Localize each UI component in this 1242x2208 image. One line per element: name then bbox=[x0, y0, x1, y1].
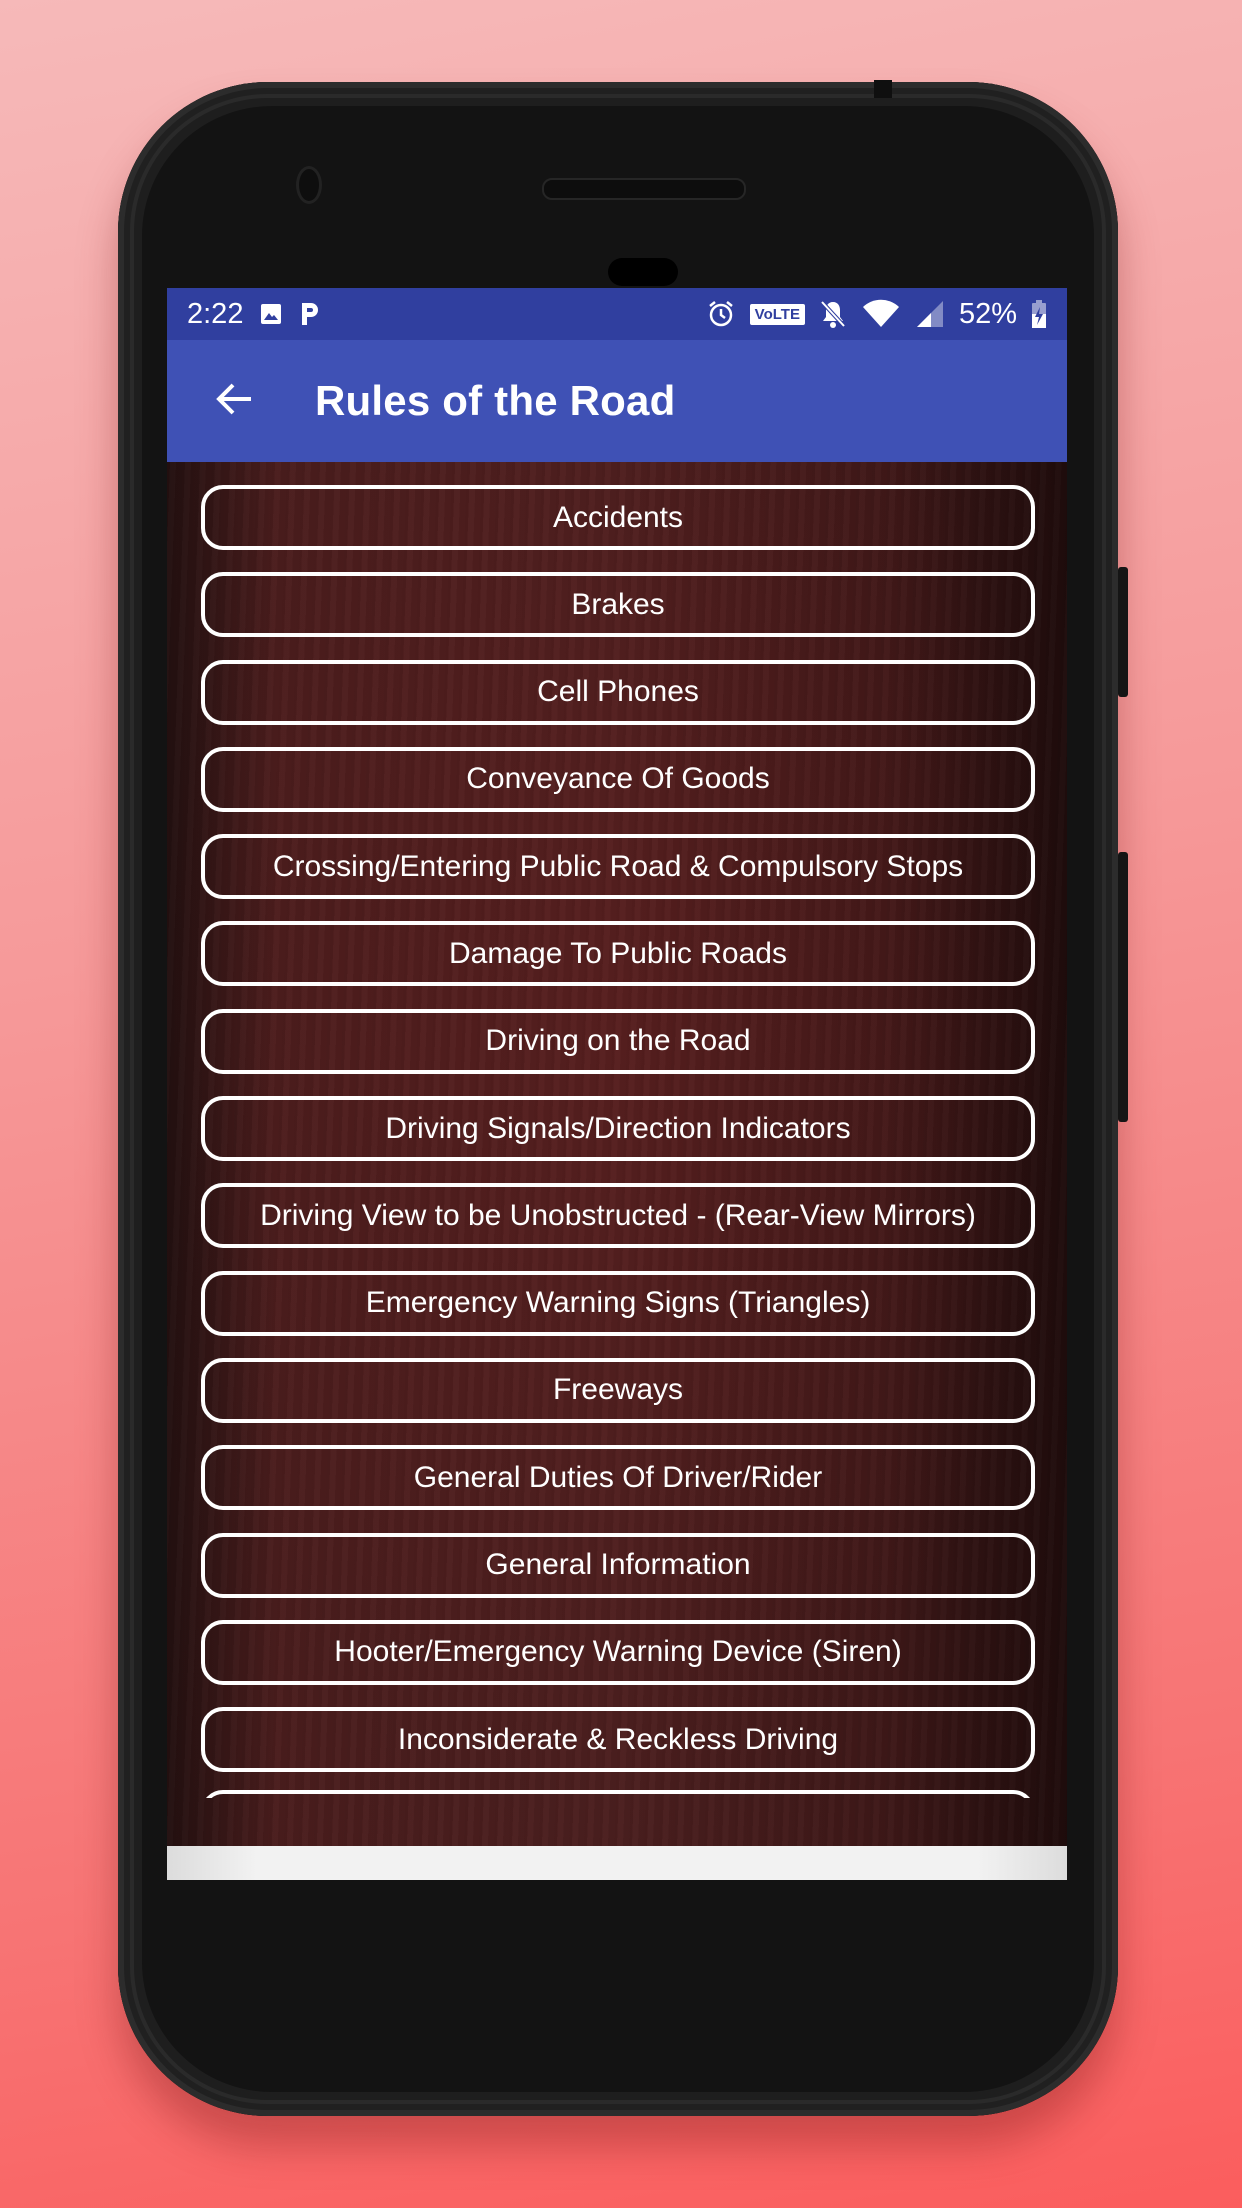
phone-screen: 2:22 VoLTE 52% Rules of the Road Acciden… bbox=[167, 288, 1067, 1880]
app-bar: Rules of the Road bbox=[167, 340, 1067, 462]
notifications-muted-icon bbox=[819, 299, 847, 329]
earpiece-speaker bbox=[542, 178, 746, 200]
status-bar: 2:22 VoLTE 52% bbox=[167, 288, 1067, 340]
back-button[interactable] bbox=[205, 371, 265, 431]
image-icon bbox=[259, 302, 283, 326]
wifi-icon bbox=[861, 299, 901, 329]
bottom-bar bbox=[167, 1846, 1067, 1880]
rule-button-accidents[interactable]: Accidents bbox=[201, 485, 1035, 550]
rule-button-general-information[interactable]: General Information bbox=[201, 1532, 1035, 1598]
proximity-sensor bbox=[608, 258, 678, 286]
rule-button-crossing-entering[interactable]: Crossing/Entering Public Road & Compulso… bbox=[201, 834, 1035, 900]
rules-list-container[interactable]: Accidents Brakes Cell Phones Conveyance … bbox=[167, 462, 1067, 1846]
phone-antenna-line bbox=[874, 80, 892, 98]
rule-button-conveyance-of-goods[interactable]: Conveyance Of Goods bbox=[201, 746, 1035, 812]
rule-button-driving-view[interactable]: Driving View to be Unobstructed - (Rear-… bbox=[201, 1183, 1035, 1249]
rule-button-driving-on-the-road[interactable]: Driving on the Road bbox=[201, 1008, 1035, 1074]
parking-app-icon bbox=[299, 300, 321, 328]
status-time: 2:22 bbox=[187, 297, 244, 330]
volume-button bbox=[1118, 852, 1128, 1122]
arrow-back-icon bbox=[215, 379, 255, 424]
alarm-icon bbox=[706, 299, 736, 329]
battery-charging-icon bbox=[1031, 299, 1047, 329]
rule-button-hooter-siren[interactable]: Hooter/Emergency Warning Device (Siren) bbox=[201, 1619, 1035, 1685]
rule-button-cell-phones[interactable]: Cell Phones bbox=[201, 659, 1035, 725]
page-title: Rules of the Road bbox=[315, 377, 676, 424]
rule-button-brakes[interactable]: Brakes bbox=[201, 572, 1035, 638]
rule-button-partial[interactable] bbox=[201, 1790, 1035, 1799]
rule-button-driving-signals[interactable]: Driving Signals/Direction Indicators bbox=[201, 1096, 1035, 1162]
power-button bbox=[1118, 567, 1128, 697]
volte-badge: VoLTE bbox=[749, 303, 805, 325]
front-camera bbox=[296, 166, 322, 204]
rule-button-inconsiderate-reckless[interactable]: Inconsiderate & Reckless Driving bbox=[201, 1707, 1035, 1773]
cellular-signal-icon bbox=[915, 299, 945, 329]
partial-rule-clip bbox=[201, 1790, 1035, 1799]
rule-button-emergency-warning-signs[interactable]: Emergency Warning Signs (Triangles) bbox=[201, 1270, 1035, 1336]
battery-percent: 52% bbox=[958, 297, 1017, 330]
rules-list: Accidents Brakes Cell Phones Conveyance … bbox=[201, 485, 1035, 1799]
rule-button-general-duties[interactable]: General Duties Of Driver/Rider bbox=[201, 1445, 1035, 1511]
rule-button-damage-to-public-roads[interactable]: Damage To Public Roads bbox=[201, 921, 1035, 987]
rule-button-freeways[interactable]: Freeways bbox=[201, 1357, 1035, 1423]
